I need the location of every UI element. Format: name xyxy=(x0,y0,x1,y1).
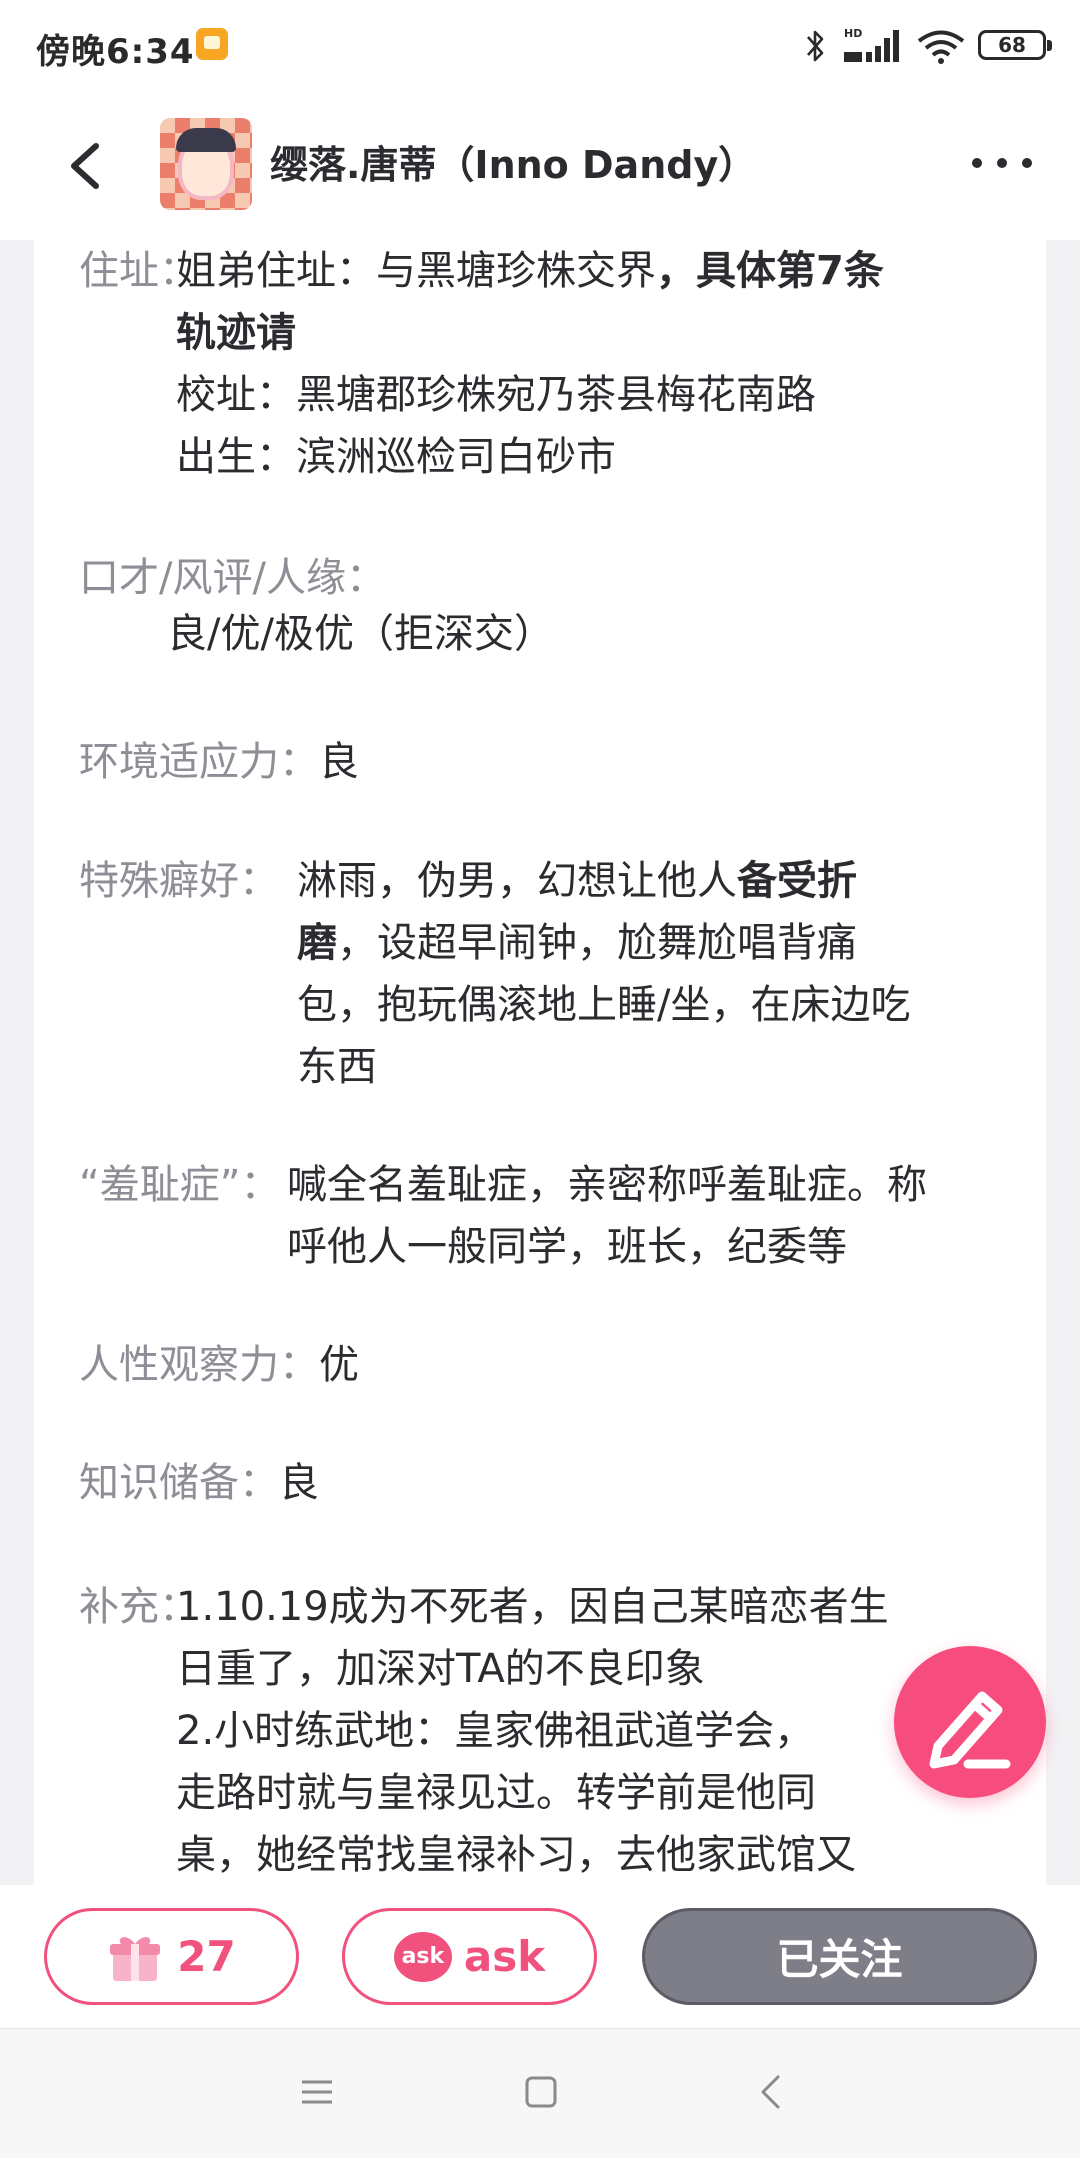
field-address: 住址： 姐弟住址：与黑塘珍株交界，具体第7条 轨迹请 校址：黑塘郡珍株宛乃茶县梅… xyxy=(79,240,884,480)
shame-line-1: 喊全名羞耻症，亲密称呼羞耻症。称 xyxy=(287,1162,927,1208)
status-time: 傍晚6:34 xyxy=(36,32,195,72)
ask-button[interactable]: ask ask xyxy=(342,1908,597,2005)
field-label: “羞耻症”： xyxy=(79,1162,281,1208)
ask-icon: ask xyxy=(393,1931,452,1982)
address-line-3: 校址：黑塘郡珍株宛乃茶县梅花南路 xyxy=(176,372,816,418)
address-line-4: 出生：滨洲巡检司白砂市 xyxy=(176,434,616,480)
bluetooth-icon xyxy=(807,30,824,62)
battery-level: 68 xyxy=(998,33,1026,57)
back-icon[interactable] xyxy=(56,126,120,206)
field-eloquence: 口才/风评/人缘： 良/优/极优（拒深交） xyxy=(79,547,554,657)
back-icon[interactable] xyxy=(756,2073,786,2111)
supplement-line-5: 桌，她经常找皇禄补习，去他家武馆又 xyxy=(176,1832,856,1878)
field-label: 特殊癖好： xyxy=(79,858,279,904)
battery-icon: 68 xyxy=(978,30,1052,60)
follow-button[interactable]: 已关注 xyxy=(642,1908,1037,2005)
supplement-line-1: 1.10.19成为不死者，因自己某暗恋者生 xyxy=(176,1584,889,1630)
hobbies-line-3: 包，抱玩偶滚地上睡/坐，在床边吃 xyxy=(297,982,911,1028)
field-shame: “羞耻症”： 喊全名羞耻症，亲密称呼羞耻症。称 呼他人一般同学，班长，纪委等 xyxy=(79,1154,927,1270)
status-icons: HD 68 xyxy=(746,24,1052,66)
shame-line-2: 呼他人一般同学，班长，纪委等 xyxy=(287,1224,847,1270)
field-label: 知识储备： xyxy=(79,1460,279,1506)
field-label: 环境适应力： xyxy=(79,739,319,785)
profile-content: 住址： 姐弟住址：与黑塘珍株交界，具体第7条 轨迹请 校址：黑塘郡珍株宛乃茶县梅… xyxy=(0,240,1080,1885)
insight-value: 优 xyxy=(319,1342,359,1388)
signal-icon: HD xyxy=(844,27,899,62)
page-title: 缨落.唐蒂（Inno Dandy） xyxy=(270,143,757,187)
hobbies-line-1: 淋雨，伪男，幻想让他人备受折 xyxy=(297,858,857,904)
address-line-1: 姐弟住址：与黑塘珍株交界，具体第7条 xyxy=(176,248,884,294)
knowledge-value: 良 xyxy=(279,1460,319,1506)
supplement-line-3: 2.小时练武地：皇家佛祖武道学会， xyxy=(176,1708,815,1754)
supplement-line-2: 日重了，加深对TA的不良印象 xyxy=(176,1646,705,1692)
more-icon[interactable] xyxy=(972,138,1032,188)
adaptability-value: 良 xyxy=(319,739,359,785)
gift-count: 27 xyxy=(177,1932,236,1981)
hobbies-line-4: 东西 xyxy=(297,1044,377,1090)
action-bar: 27 ask ask 已关注 xyxy=(0,1885,1080,2028)
supplement-line-4: 走路时就与皇禄见过。转学前是他同 xyxy=(176,1770,816,1816)
avatar-hat xyxy=(176,128,236,152)
field-insight: 人性观察力：优 xyxy=(79,1334,359,1396)
follow-label: 已关注 xyxy=(776,1935,903,1984)
wifi-icon xyxy=(917,30,965,64)
ask-label: ask xyxy=(463,1932,546,1981)
field-supplement: 补充： 1.10.19成为不死者，因自己某暗恋者生 日重了，加深对TA的不良印象… xyxy=(79,1576,889,1878)
profile-header: 缨落.唐蒂（Inno Dandy） xyxy=(0,92,1080,240)
field-label: 口才/风评/人缘： xyxy=(79,555,386,601)
menu-icon[interactable] xyxy=(300,2075,334,2109)
svg-text:HD: HD xyxy=(844,27,862,40)
gift-button[interactable]: 27 xyxy=(44,1908,299,2005)
field-label: 人性观察力： xyxy=(79,1342,319,1388)
hobbies-line-2: 磨，设超早闹钟，尬舞尬唱背痛 xyxy=(297,920,857,966)
edit-icon xyxy=(929,1691,1011,1769)
system-nav-bar xyxy=(0,2028,1080,2158)
notification-icon xyxy=(196,28,228,60)
field-knowledge: 知识储备：良 xyxy=(79,1452,319,1514)
home-icon[interactable] xyxy=(524,2075,558,2109)
field-hobbies: 特殊癖好： 淋雨，伪男，幻想让他人备受折 磨，设超早闹钟，尬舞尬唱背痛 包，抱玩… xyxy=(79,850,910,1090)
field-adaptability: 环境适应力：良 xyxy=(79,731,359,793)
gift-icon xyxy=(110,1936,161,1981)
avatar[interactable] xyxy=(160,118,252,210)
edit-button[interactable] xyxy=(894,1646,1046,1798)
profile-card: 住址： 姐弟住址：与黑塘珍株交界，具体第7条 轨迹请 校址：黑塘郡珍株宛乃茶县梅… xyxy=(34,240,1046,1885)
status-bar: 傍晚6:34 HD 68 xyxy=(0,0,1080,92)
eloquence-value: 良/优/极优（拒深交） xyxy=(167,611,554,657)
address-line-2: 轨迹请 xyxy=(176,310,296,356)
